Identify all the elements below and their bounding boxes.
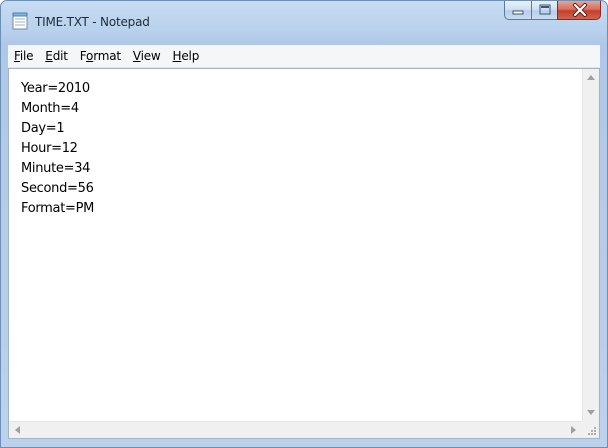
- minimize-icon: [512, 10, 524, 15]
- text-line: Minute=34: [21, 161, 91, 176]
- document-text-area[interactable]: Year=2010 Month=4 Day=1 Hour=12 Minute=34 Sec…: [9, 69, 582, 421]
- scroll-up-arrow-icon[interactable]: [587, 75, 595, 80]
- title-bar[interactable]: TIME.TXT - Notepad: [1, 1, 607, 45]
- size-grip[interactable]: [582, 421, 599, 438]
- menu-edit[interactable]: Edit: [39, 46, 73, 66]
- vertical-scrollbar[interactable]: [582, 69, 599, 421]
- scroll-down-arrow-icon[interactable]: [587, 410, 595, 415]
- scroll-left-arrow-icon[interactable]: [15, 426, 20, 434]
- menu-file[interactable]: File: [8, 46, 39, 66]
- maximize-icon: [539, 4, 551, 15]
- text-line: Second=56: [21, 181, 94, 196]
- close-icon: [573, 3, 587, 17]
- caption-buttons: [504, 1, 601, 21]
- resize-grip-icon: [588, 427, 596, 435]
- text-line: Format=PM: [21, 201, 95, 216]
- menu-view[interactable]: View: [127, 46, 167, 66]
- text-line: Day=1: [21, 121, 65, 136]
- minimize-button[interactable]: [504, 1, 531, 20]
- menu-bar: File Edit Format View Help: [8, 45, 600, 68]
- close-button[interactable]: [557, 1, 601, 20]
- menu-help[interactable]: Help: [167, 46, 206, 66]
- text-line: Year=2010: [21, 81, 90, 96]
- text-line: Month=4: [21, 101, 79, 116]
- maximize-button[interactable]: [531, 1, 557, 20]
- text-line: Hour=12: [21, 141, 78, 156]
- horizontal-scrollbar[interactable]: [9, 421, 582, 438]
- editor-pane: Year=2010 Month=4 Day=1 Hour=12 Minute=34 Sec…: [8, 68, 600, 439]
- menu-format[interactable]: Format: [74, 46, 127, 66]
- scroll-right-arrow-icon[interactable]: [571, 426, 576, 434]
- notepad-window: TIME.TXT - Notepad File Edit Format View…: [0, 0, 608, 448]
- window-title: TIME.TXT - Notepad: [35, 15, 150, 29]
- notepad-icon: [12, 12, 28, 30]
